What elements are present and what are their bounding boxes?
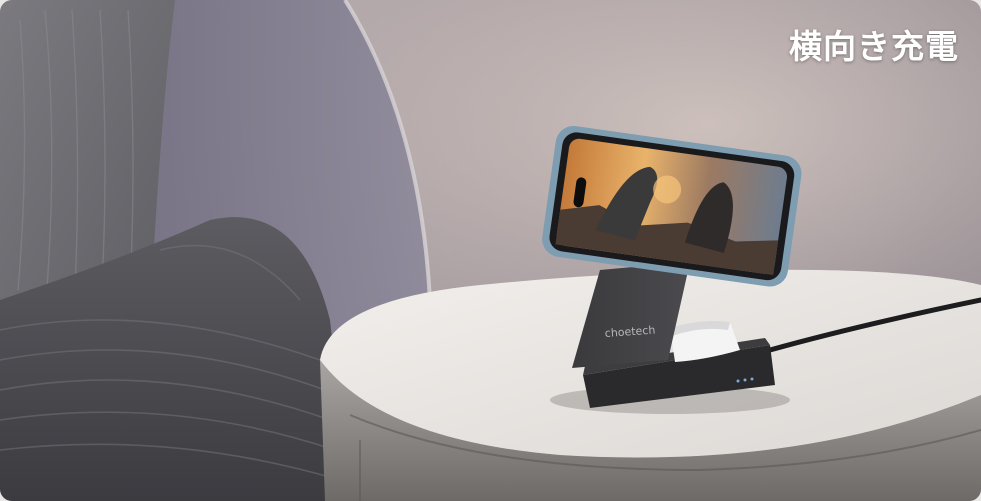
- product-photo: choetech: [0, 0, 981, 501]
- caption-title: 横向き充電: [789, 27, 959, 66]
- product-image-frame: choetech 横向き充電: [0, 0, 981, 501]
